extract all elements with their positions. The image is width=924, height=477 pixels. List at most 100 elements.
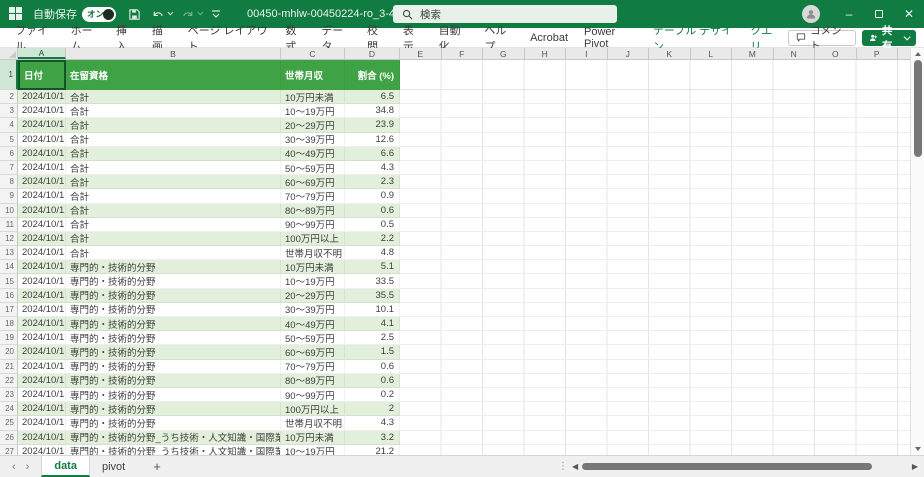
- column-header-f[interactable]: F: [442, 48, 484, 59]
- empty-cells[interactable]: [400, 133, 910, 147]
- cell[interactable]: 100万円以上: [281, 232, 345, 246]
- add-sheet-button[interactable]: +: [153, 459, 161, 474]
- cell[interactable]: 専門的・技術的分野: [66, 331, 281, 345]
- cell[interactable]: 40〜49万円: [281, 147, 345, 161]
- row-number[interactable]: 24: [0, 402, 18, 416]
- cell[interactable]: 10〜19万円: [281, 274, 345, 288]
- empty-cells[interactable]: [400, 289, 910, 303]
- column-header-d[interactable]: D: [345, 48, 400, 59]
- cell[interactable]: 2024/10/1: [18, 246, 66, 260]
- row-number[interactable]: 14: [0, 260, 18, 274]
- cell[interactable]: 4.3: [345, 161, 400, 175]
- cell[interactable]: 21.2: [345, 445, 400, 455]
- scroll-down-icon[interactable]: [911, 443, 924, 455]
- row-number[interactable]: 8: [0, 175, 18, 189]
- row-number[interactable]: 15: [0, 274, 18, 288]
- cell[interactable]: 33.5: [345, 274, 400, 288]
- row-number[interactable]: 4: [0, 118, 18, 132]
- empty-cells[interactable]: [400, 331, 910, 345]
- row-number[interactable]: 12: [0, 232, 18, 246]
- cell[interactable]: 合計: [66, 104, 281, 118]
- empty-cells[interactable]: [400, 147, 910, 161]
- cell[interactable]: 2024/10/1: [18, 232, 66, 246]
- cell[interactable]: 30〜39万円: [281, 303, 345, 317]
- column-header-c[interactable]: C: [281, 48, 345, 59]
- next-sheet-icon[interactable]: ›: [26, 461, 30, 473]
- account-avatar[interactable]: [802, 5, 820, 23]
- empty-cells[interactable]: [400, 189, 910, 203]
- empty-cells[interactable]: [400, 416, 910, 430]
- scroll-left-icon[interactable]: ◀: [572, 462, 578, 471]
- empty-cells[interactable]: [400, 175, 910, 189]
- cell[interactable]: 23.9: [345, 118, 400, 132]
- cell[interactable]: 2024/10/1: [18, 431, 66, 445]
- empty-cells[interactable]: [400, 388, 910, 402]
- cell[interactable]: 合計: [66, 133, 281, 147]
- cell[interactable]: 合計: [66, 204, 281, 218]
- empty-cells[interactable]: [400, 218, 910, 232]
- empty-cells[interactable]: [400, 161, 910, 175]
- cell[interactable]: 10万円未満: [281, 260, 345, 274]
- row-number[interactable]: 2: [0, 90, 18, 104]
- cell[interactable]: 合計: [66, 118, 281, 132]
- cell[interactable]: 2024/10/1: [18, 175, 66, 189]
- ribbon-tab[interactable]: 数式: [278, 28, 314, 47]
- redo-button[interactable]: [181, 8, 201, 21]
- empty-cells[interactable]: [400, 260, 910, 274]
- column-header-j[interactable]: J: [608, 48, 650, 59]
- cell[interactable]: 2024/10/1: [18, 189, 66, 203]
- cell[interactable]: 10万円未満: [281, 431, 345, 445]
- cell[interactable]: 40〜49万円: [281, 317, 345, 331]
- cell[interactable]: 専門的・技術的分野: [66, 289, 281, 303]
- column-header-h[interactable]: H: [525, 48, 567, 59]
- cell[interactable]: 専門的・技術的分野: [66, 317, 281, 331]
- cell[interactable]: 専門的・技術的分野_うち技術・人文知識・国際業務: [66, 445, 281, 455]
- cell[interactable]: 0.5: [345, 218, 400, 232]
- column-header-o[interactable]: O: [815, 48, 857, 59]
- row-number[interactable]: 23: [0, 388, 18, 402]
- empty-cells[interactable]: [400, 317, 910, 331]
- cell[interactable]: 2024/10/1: [18, 331, 66, 345]
- cell[interactable]: 2024/10/1: [18, 360, 66, 374]
- cell[interactable]: 在留資格: [66, 60, 281, 90]
- column-header-a[interactable]: A: [18, 48, 66, 59]
- cell[interactable]: 2.2: [345, 232, 400, 246]
- ribbon-tab[interactable]: 表示: [395, 28, 431, 47]
- row-number[interactable]: 26: [0, 431, 18, 445]
- row-number[interactable]: 10: [0, 204, 18, 218]
- row-number[interactable]: 5: [0, 133, 18, 147]
- empty-cells[interactable]: [400, 246, 910, 260]
- cell[interactable]: 35.5: [345, 289, 400, 303]
- cell[interactable]: 専門的・技術的分野: [66, 416, 281, 430]
- row-number[interactable]: 6: [0, 147, 18, 161]
- cell[interactable]: 3.2: [345, 431, 400, 445]
- cell[interactable]: 世帯月収不明: [281, 246, 345, 260]
- tab-scroll-splitter[interactable]: ⋮: [554, 461, 572, 472]
- scroll-up-icon[interactable]: [911, 48, 924, 60]
- cell[interactable]: 2024/10/1: [18, 133, 66, 147]
- cell[interactable]: 世帯月収不明: [281, 416, 345, 430]
- cell[interactable]: 2024/10/1: [18, 289, 66, 303]
- cell[interactable]: 専門的・技術的分野: [66, 374, 281, 388]
- empty-cells[interactable]: [400, 374, 910, 388]
- empty-cells[interactable]: [400, 118, 910, 132]
- ribbon-tab[interactable]: 挿入: [108, 28, 144, 47]
- row-number[interactable]: 21: [0, 360, 18, 374]
- column-header-i[interactable]: I: [566, 48, 608, 59]
- ribbon-tab[interactable]: Power Pivot: [576, 28, 645, 47]
- cell[interactable]: 90〜99万円: [281, 218, 345, 232]
- cell[interactable]: 2.5: [345, 331, 400, 345]
- cell[interactable]: 2024/10/1: [18, 274, 66, 288]
- search-input[interactable]: 検索: [393, 5, 617, 23]
- cell[interactable]: 50〜59万円: [281, 331, 345, 345]
- prev-sheet-icon[interactable]: ‹: [12, 461, 16, 473]
- save-button[interactable]: [128, 8, 141, 21]
- cell[interactable]: 4.1: [345, 317, 400, 331]
- cell[interactable]: 6.6: [345, 147, 400, 161]
- cell[interactable]: 合計: [66, 218, 281, 232]
- cell[interactable]: 合計: [66, 147, 281, 161]
- cell[interactable]: 0.6: [345, 374, 400, 388]
- row-number[interactable]: 20: [0, 345, 18, 359]
- sheet-tab-pivot[interactable]: pivot: [90, 456, 137, 477]
- empty-cells[interactable]: [400, 104, 910, 118]
